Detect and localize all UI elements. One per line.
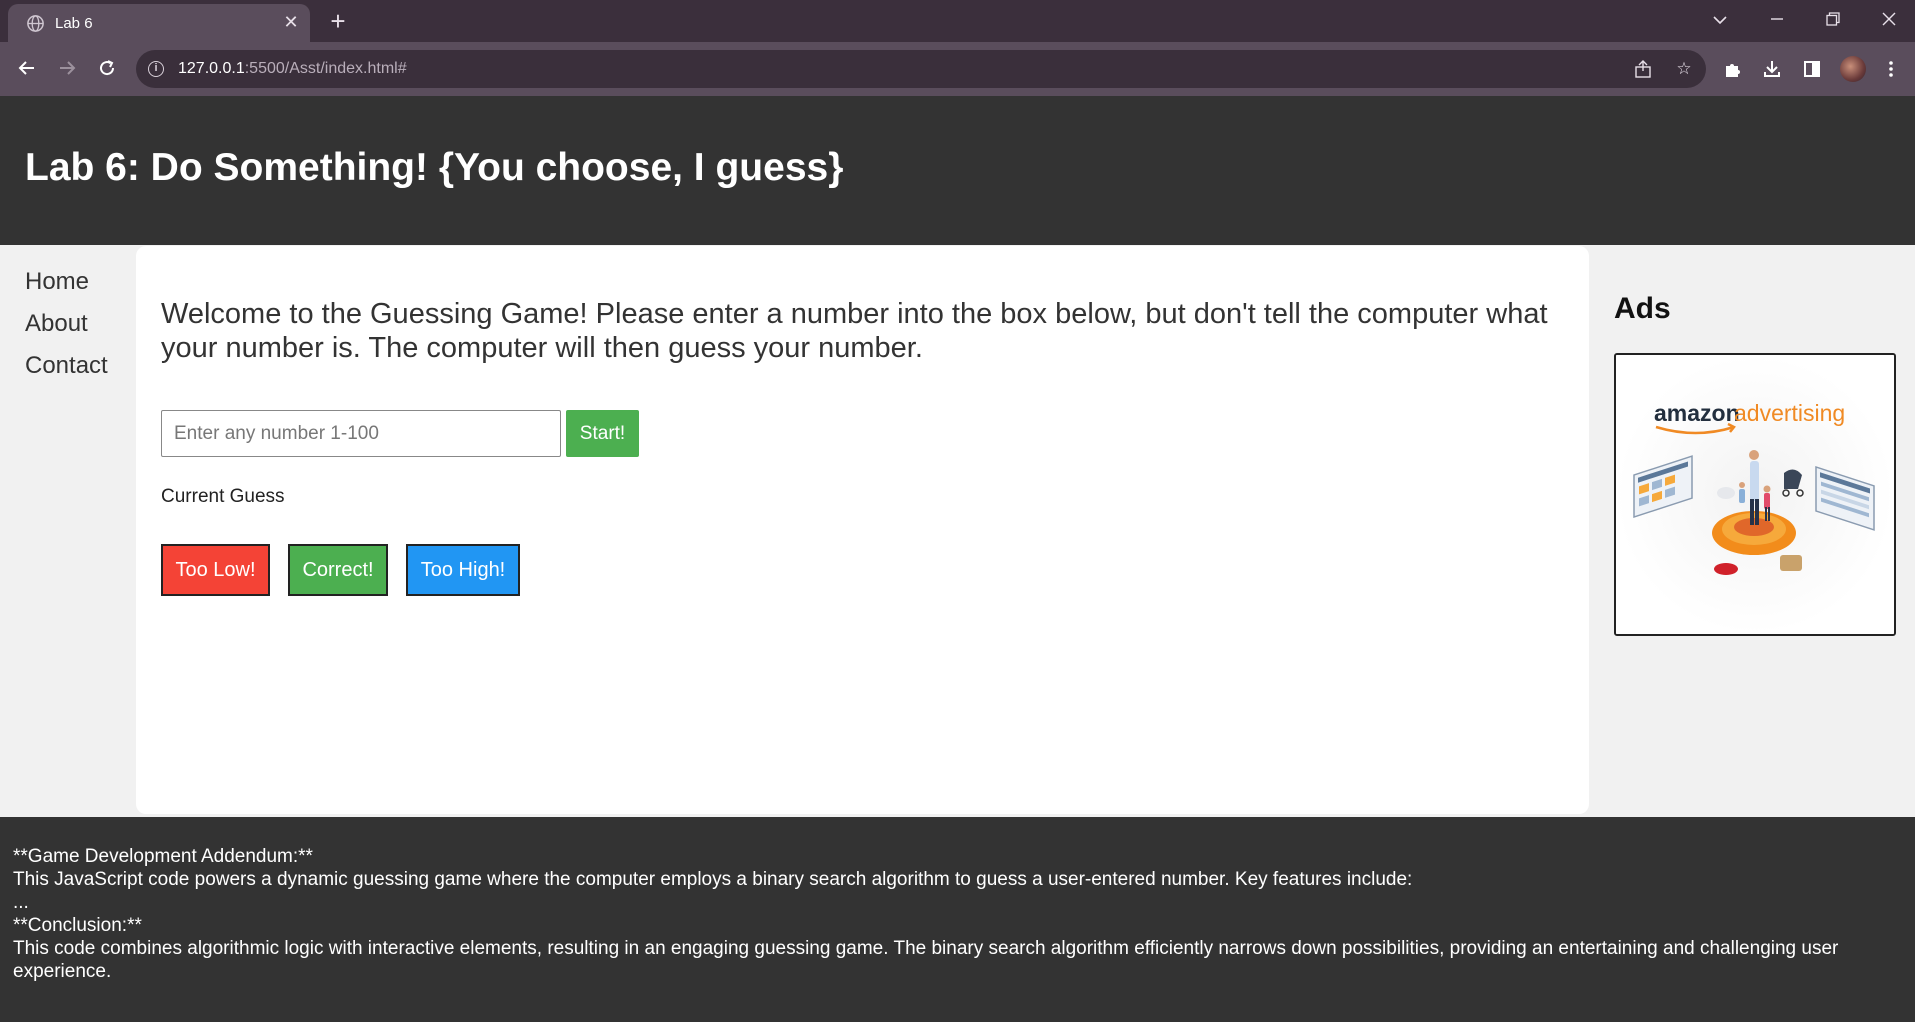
share-icon[interactable]	[1632, 58, 1654, 80]
correct-button[interactable]: Correct!	[288, 544, 388, 596]
ad-logo-amazon: amazon	[1654, 400, 1740, 426]
address-bar[interactable]: i 127.0.0.1:5500/Asst/index.html# ☆	[136, 50, 1706, 88]
current-guess-label: Current Guess	[161, 486, 285, 507]
browser-tab-strip: Lab 6 ✕ +	[0, 0, 1915, 42]
more-menu-icon[interactable]	[1878, 56, 1904, 82]
tab-title: Lab 6	[55, 15, 93, 32]
nav-link-about[interactable]: About	[25, 310, 108, 352]
advertisement-image[interactable]: amazon advertising	[1614, 353, 1896, 636]
ads-heading: Ads	[1614, 292, 1671, 325]
footer-conclusion: This code combines algorithmic logic wit…	[13, 938, 1844, 982]
browser-toolbar: i 127.0.0.1:5500/Asst/index.html# ☆	[0, 42, 1915, 96]
back-icon[interactable]	[12, 53, 42, 83]
site-footer: **Game Development Addendum:** This Java…	[0, 817, 1915, 1022]
tab-close-icon[interactable]: ✕	[280, 11, 302, 33]
number-input[interactable]	[161, 410, 561, 457]
download-icon[interactable]	[1759, 56, 1785, 82]
bookmark-star-icon[interactable]: ☆	[1673, 58, 1695, 80]
side-navigation: Home About Contact	[25, 268, 108, 394]
browser-tab-active[interactable]: Lab 6 ✕	[8, 4, 310, 42]
footer-heading-addendum: **Game Development Addendum:**	[13, 846, 313, 867]
side-panel-icon[interactable]	[1799, 56, 1825, 82]
start-button[interactable]: Start!	[566, 410, 639, 457]
forward-icon[interactable]	[52, 53, 82, 83]
amazon-advertising-illustration: amazon advertising	[1616, 355, 1894, 634]
web-page: Lab 6: Do Something! {You choose, I gues…	[0, 96, 1915, 1022]
footer-ellipsis: ...	[13, 892, 29, 913]
too-high-button[interactable]: Too High!	[406, 544, 520, 596]
site-header: Lab 6: Do Something! {You choose, I gues…	[0, 96, 1915, 245]
footer-description: This JavaScript code powers a dynamic gu…	[13, 869, 1413, 890]
restore-icon[interactable]	[1816, 4, 1850, 34]
game-intro-text: Welcome to the Guessing Game! Please ent…	[161, 298, 1548, 364]
extensions-icon[interactable]	[1719, 56, 1745, 82]
nav-link-home[interactable]: Home	[25, 268, 108, 310]
globe-icon	[27, 15, 44, 32]
too-low-button[interactable]: Too Low!	[161, 544, 270, 596]
url-text: 127.0.0.1:5500/Asst/index.html#	[178, 60, 407, 77]
nav-link-contact[interactable]: Contact	[25, 352, 108, 394]
ad-logo-advertising: advertising	[1734, 400, 1845, 426]
close-window-icon[interactable]	[1872, 4, 1906, 34]
new-tab-button[interactable]: +	[324, 8, 352, 36]
footer-heading-conclusion: **Conclusion:**	[13, 915, 142, 936]
tab-search-icon[interactable]	[1703, 4, 1737, 34]
page-title: Lab 6: Do Something! {You choose, I gues…	[25, 146, 844, 189]
site-info-icon[interactable]: i	[148, 61, 164, 77]
minimize-icon[interactable]	[1760, 4, 1794, 34]
profile-avatar[interactable]	[1840, 56, 1866, 82]
reload-icon[interactable]	[92, 53, 122, 83]
game-panel: Welcome to the Guessing Game! Please ent…	[136, 246, 1589, 814]
